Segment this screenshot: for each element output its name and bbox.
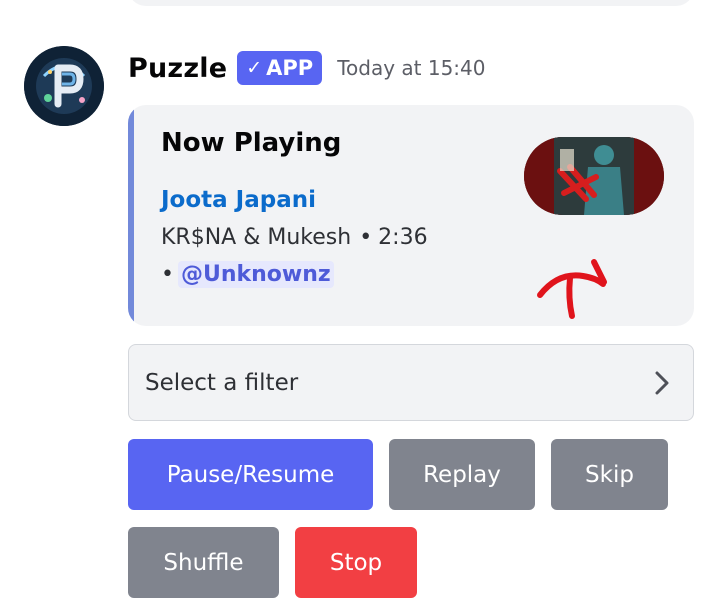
requester-line: • @Unknownz <box>161 261 334 288</box>
skip-button[interactable]: Skip <box>551 439 668 510</box>
track-artists: KR$NA & Mukesh <box>161 225 352 250</box>
filter-select-placeholder: Select a filter <box>145 369 299 396</box>
requester-mention[interactable]: @Unknownz <box>177 261 334 288</box>
filter-select[interactable]: Select a filter <box>128 344 694 421</box>
embed-title: Now Playing <box>161 128 342 158</box>
track-meta: KR$NA & Mukesh • 2:36 <box>161 225 428 250</box>
annotation-scribble-icon <box>537 259 607 319</box>
verified-check-icon: ✓ <box>246 57 263 79</box>
chevron-right-icon <box>655 371 669 394</box>
stop-button[interactable]: Stop <box>295 527 417 598</box>
track-duration: 2:36 <box>378 225 428 250</box>
bullet: • <box>161 262 174 287</box>
previous-embed <box>128 0 694 6</box>
shuffle-button[interactable]: Shuffle <box>128 527 279 598</box>
pause-resume-button[interactable]: Pause/Resume <box>128 439 373 510</box>
track-title[interactable]: Joota Japani <box>161 187 316 213</box>
app-badge-label: APP <box>266 56 314 80</box>
replay-button[interactable]: Replay <box>389 439 535 510</box>
embed-accent-bar <box>128 105 134 326</box>
bot-avatar[interactable] <box>24 46 104 126</box>
author-name[interactable]: Puzzle <box>128 53 227 84</box>
puzzle-logo-icon <box>24 46 104 126</box>
album-art-icon <box>524 137 664 215</box>
app-badge: ✓ APP <box>237 51 323 85</box>
message-timestamp: Today at 15:40 <box>337 56 486 80</box>
message-header: Puzzle ✓ APP Today at 15:40 <box>128 46 485 90</box>
track-thumbnail <box>524 137 664 215</box>
